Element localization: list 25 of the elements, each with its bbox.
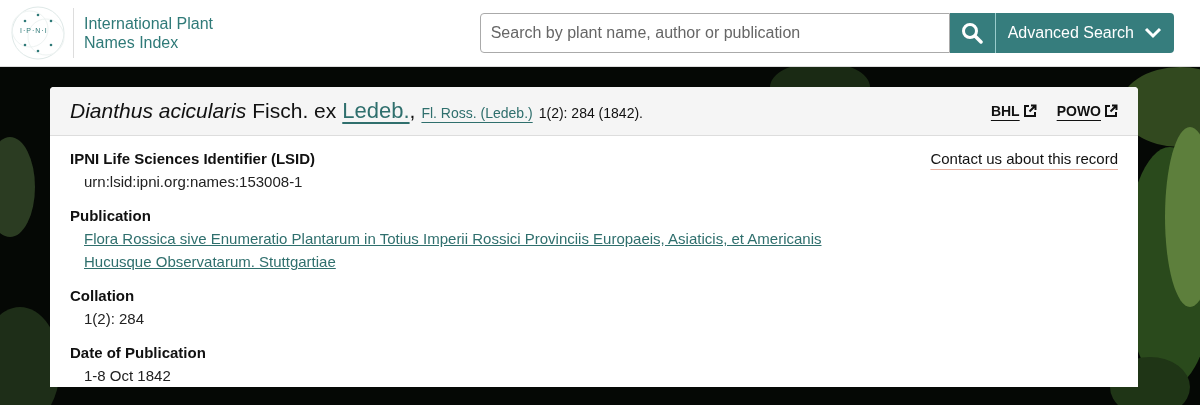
chevron-down-icon: [1144, 27, 1162, 39]
author-link[interactable]: Ledeb.: [342, 98, 410, 124]
external-link[interactable]: POWO: [1056, 103, 1118, 119]
contact-link[interactable]: Contact us about this record: [930, 150, 1118, 170]
site-name[interactable]: International Plant Names Index: [84, 14, 213, 52]
search-field[interactable]: Search by plant name, author or publication: [479, 13, 950, 53]
field-value: 1-8 Oct 1842: [83, 366, 172, 386]
field-label: Publication: [70, 207, 152, 224]
publication-title-link[interactable]: Flora Rossica sive Enumeratio Plantarum in Totius Imperii Rossici Provinciis Europaeis, Asiaticis, et Americanis Hucusque Observatarum. Stuttgartiae: [70, 227, 844, 273]
field-label: Collation: [70, 287, 136, 304]
separator-text: ,: [409, 99, 416, 123]
advanced-search-button[interactable]: Advanced Search: [995, 13, 1174, 53]
plant-name: Dianthus acicularis: [70, 99, 247, 123]
field-label: Date of Publication: [70, 344, 207, 361]
field-label: IPNI Life Sciences Identifier (LSID): [70, 150, 317, 167]
field-value: 1(2): 284: [83, 309, 146, 329]
external-link-icon: [1022, 104, 1037, 118]
field-value: urn:lsid:ipni.org:names:153008-1: [83, 172, 304, 192]
author-text: Fisch. ex: [252, 99, 337, 123]
search-button[interactable]: [949, 13, 996, 53]
publication-link[interactable]: Fl. Ross. (Ledeb.): [421, 105, 533, 121]
citation-text: 1(2): 284 (1842).: [538, 105, 643, 121]
external-link[interactable]: BHL: [990, 103, 1037, 119]
search-icon: [961, 22, 984, 44]
external-link-icon: [1104, 104, 1118, 118]
